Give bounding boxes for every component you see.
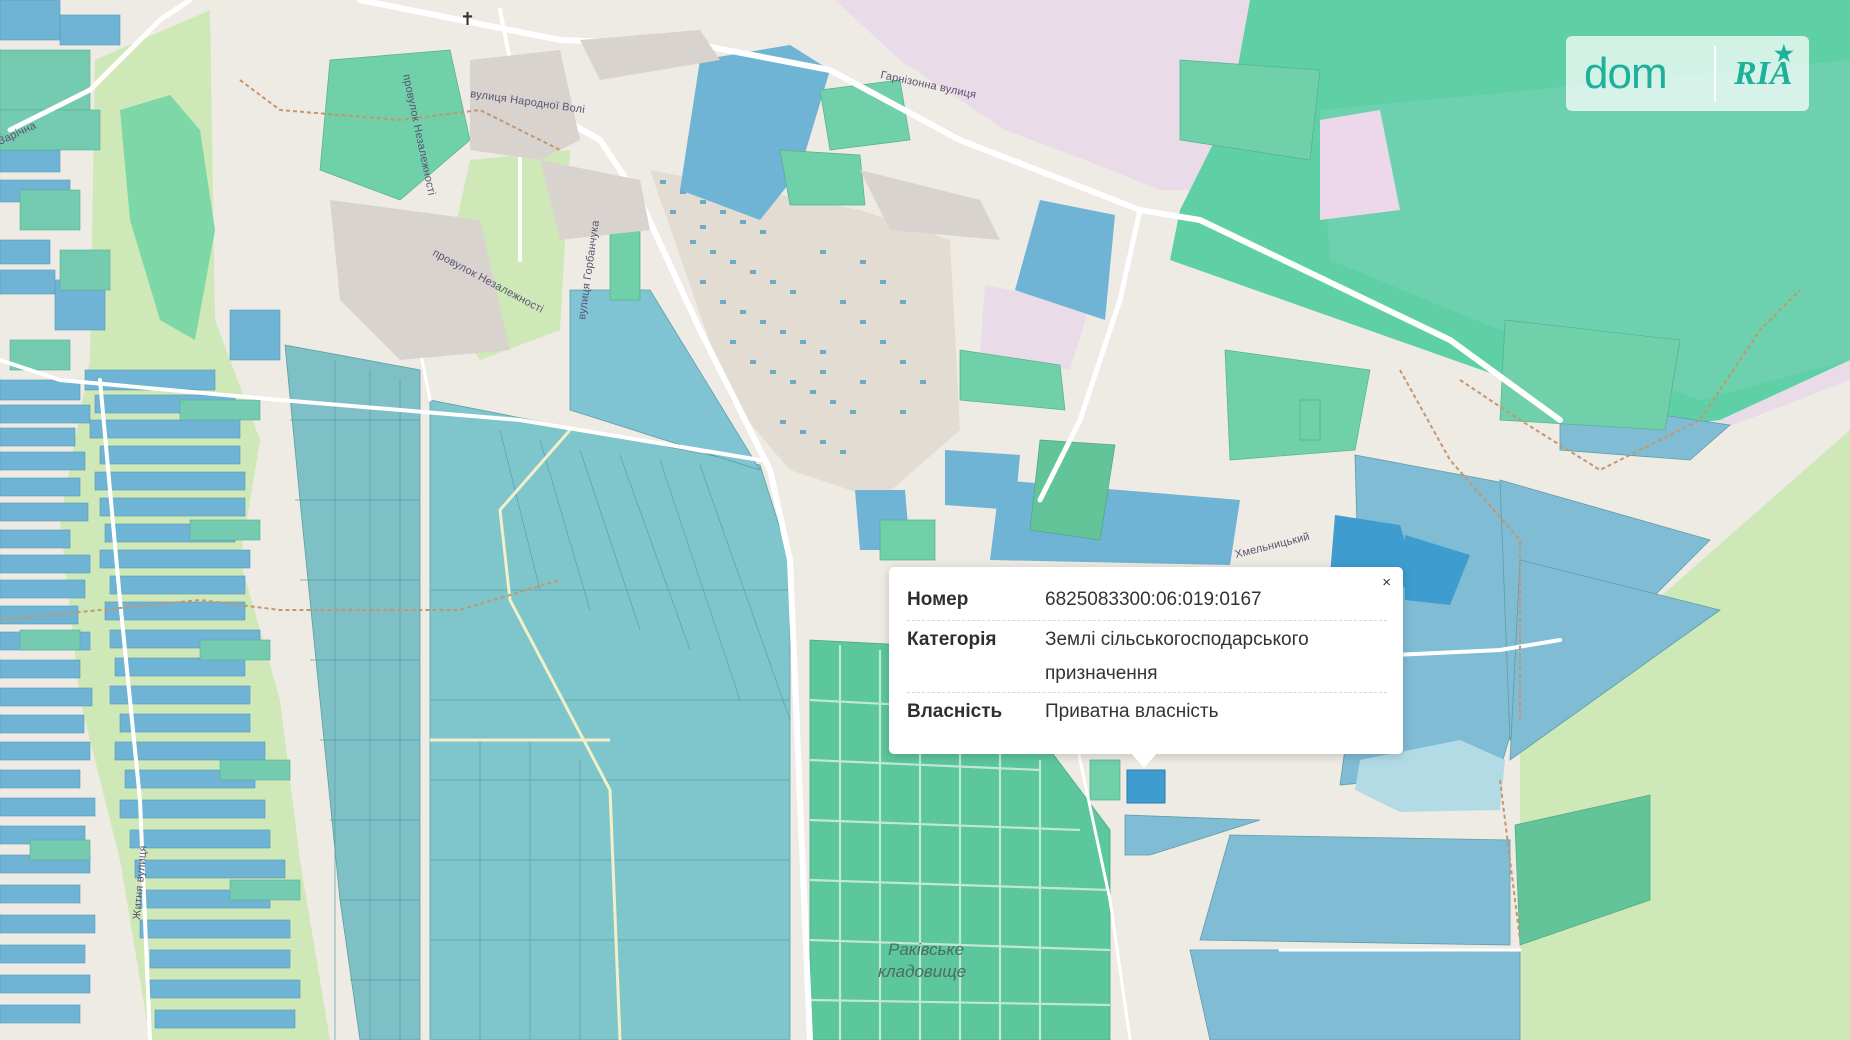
parcel-southeast-2 bbox=[1189, 949, 1521, 1040]
popup-divider bbox=[907, 620, 1387, 621]
street-label-khmelnytskyi: Хмельницький bbox=[1234, 531, 1311, 561]
popup-value-number: 6825083300:06:019:0167 bbox=[1045, 589, 1262, 610]
popup-value-category: Землі сільськогосподарського призначення bbox=[1045, 623, 1379, 691]
popup-key-category: Категорія bbox=[907, 629, 997, 650]
popup-pointer bbox=[1131, 753, 1157, 768]
popup-value-ownership: Приватна власність bbox=[1045, 701, 1219, 722]
close-icon[interactable]: × bbox=[1382, 575, 1391, 590]
cemetery-label-line1: Раківське bbox=[888, 940, 964, 959]
parcel-info-popup: × Номер 6825083300:06:019:0167 Категорія… bbox=[889, 567, 1403, 754]
popup-row-number: Номер 6825083300:06:019:0167 bbox=[907, 583, 1379, 617]
cemetery-label-line2: кладовище bbox=[878, 962, 966, 981]
church-icon: ✝ bbox=[460, 9, 475, 30]
popup-row-category: Категорія Землі сільськогосподарського п… bbox=[907, 623, 1379, 691]
logo-ria-text: RIA ★ bbox=[1716, 41, 1794, 93]
industrial-block-5 bbox=[945, 450, 1020, 510]
popup-divider bbox=[907, 692, 1387, 693]
parcel-southeast-1 bbox=[1199, 834, 1511, 946]
selected-parcel bbox=[1126, 769, 1166, 804]
star-icon: ★ bbox=[1774, 40, 1794, 66]
logo-dom-text: dom bbox=[1584, 48, 1668, 98]
cadastral-map[interactable]: вулиця Народної Волі Гарнізонна вулиця п… bbox=[0, 0, 1850, 1040]
popup-key-ownership: Власність bbox=[907, 701, 1003, 722]
domria-logo: dom RIA ★ bbox=[1566, 36, 1809, 111]
popup-value-category-line1: Землі сільськогосподарського bbox=[1045, 629, 1309, 650]
popup-key-number: Номер bbox=[907, 589, 969, 610]
agri-field-2 bbox=[429, 399, 791, 1040]
industrial-block-3 bbox=[990, 480, 1240, 565]
popup-row-ownership: Власність Приватна власність bbox=[907, 695, 1379, 729]
popup-value-category-line2: призначення bbox=[1045, 663, 1158, 684]
